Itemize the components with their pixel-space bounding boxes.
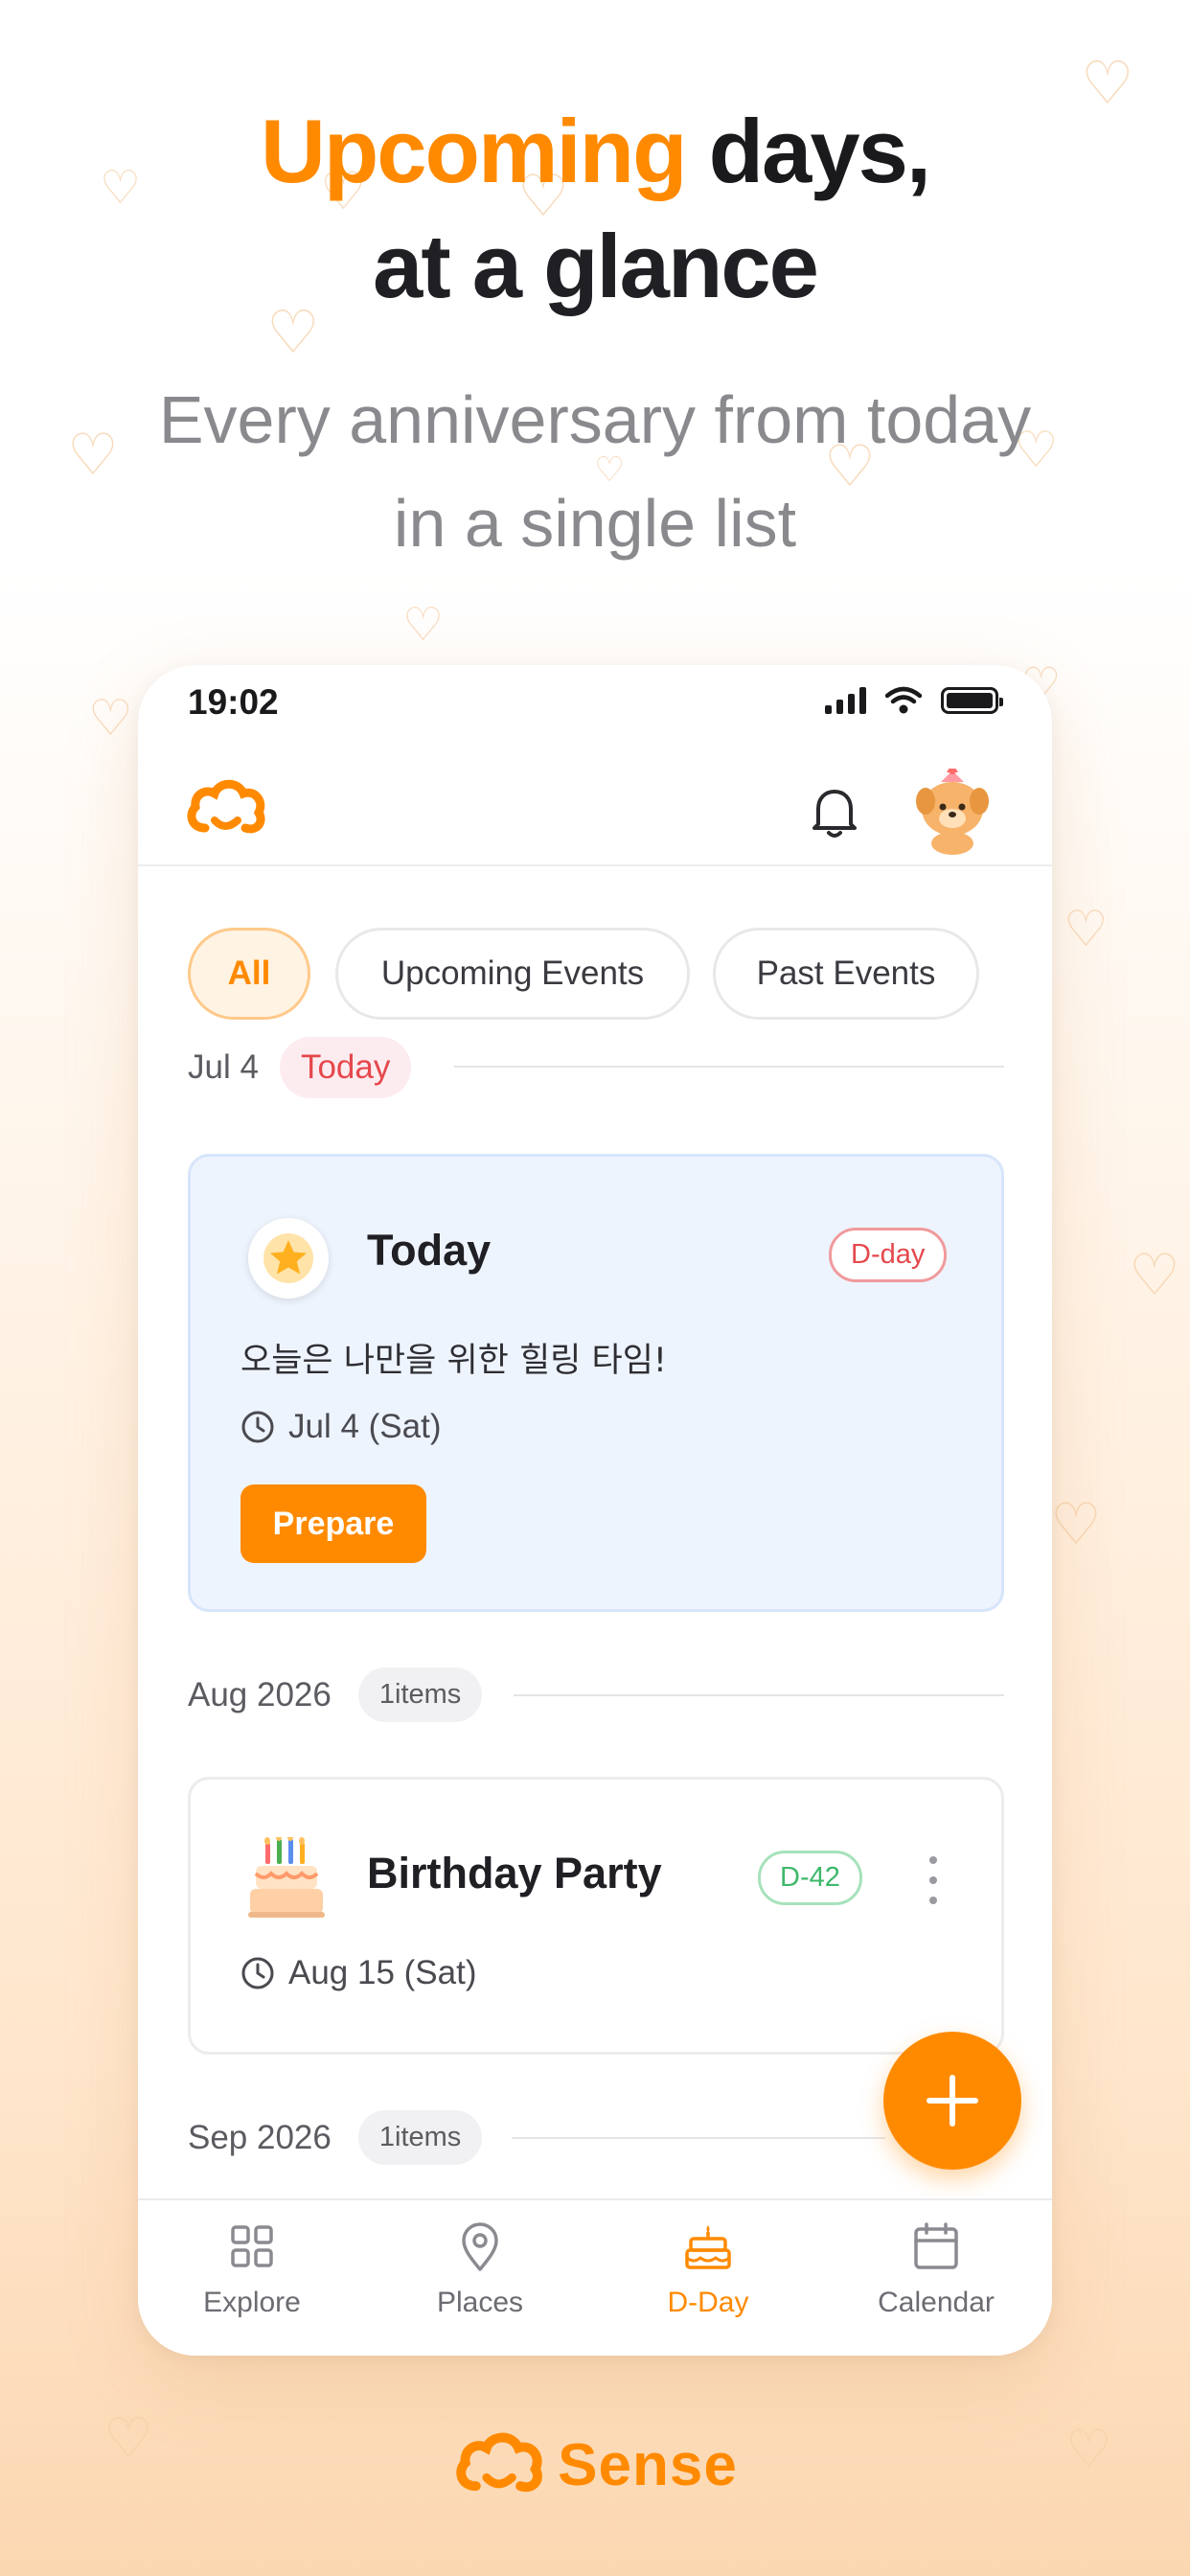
prepare-button[interactable]: Prepare bbox=[240, 1484, 426, 1563]
clock-icon bbox=[241, 1957, 274, 1990]
heart-decoration-icon: ♡ bbox=[1050, 1491, 1102, 1558]
hero-headline: Upcoming days, bbox=[0, 96, 1190, 207]
add-event-button[interactable] bbox=[883, 2032, 1021, 2170]
sense-logo-icon bbox=[456, 2432, 543, 2493]
more-options-icon[interactable] bbox=[927, 1856, 940, 1904]
item-count-badge: 1items bbox=[357, 1668, 483, 1722]
heart-decoration-icon: ♡ bbox=[1064, 901, 1109, 958]
app-bar bbox=[138, 751, 1052, 866]
heart-decoration-icon: ♡ bbox=[1129, 1242, 1180, 1309]
subline-line1: Every anniversary from today bbox=[158, 382, 1032, 457]
event-description: 오늘은 나만을 위한 힐링 타임! bbox=[240, 1342, 667, 1380]
nav-label: Places bbox=[436, 2287, 524, 2318]
grid-icon bbox=[231, 2225, 273, 2267]
group-header-today: Jul 4 Today bbox=[188, 1037, 412, 1098]
tab-past-events[interactable]: Past Events bbox=[713, 928, 979, 1020]
plus-icon bbox=[927, 2075, 978, 2127]
event-date: Aug 15 (Sat) bbox=[240, 1954, 477, 1992]
nav-item-calendar[interactable]: Calendar bbox=[822, 2220, 1050, 2319]
group-date-label: Sep 2026 bbox=[188, 2118, 332, 2156]
status-icons bbox=[825, 686, 1003, 715]
event-date: Jul 4 (Sat) bbox=[240, 1408, 442, 1446]
event-card-today[interactable]: Today D-day 오늘은 나만을 위한 힐링 타임! Jul 4 (Sat… bbox=[188, 1154, 1004, 1612]
status-time: 19:02 bbox=[188, 682, 279, 722]
nav-label: D-Day bbox=[667, 2287, 749, 2318]
notification-bell-icon[interactable] bbox=[809, 784, 860, 840]
headline-accent: Upcoming bbox=[260, 101, 688, 201]
event-card-birthday-party[interactable]: Birthday Party D-42 Aug 15 (Sat) bbox=[188, 1777, 1004, 2055]
map-pin-icon bbox=[462, 2222, 498, 2271]
nav-label: Calendar bbox=[878, 2287, 995, 2318]
group-header-aug-2026: Aug 2026 1items bbox=[188, 1668, 483, 1722]
subline-line2: in a single list bbox=[393, 486, 797, 561]
star-icon bbox=[248, 1218, 329, 1299]
tab-upcoming-events[interactable]: Upcoming Events bbox=[335, 928, 690, 1020]
headline-line2: at a glance bbox=[373, 216, 819, 316]
event-title: Today bbox=[367, 1226, 492, 1275]
item-count-badge: 1items bbox=[357, 2110, 483, 2165]
nav-label: Explore bbox=[203, 2287, 301, 2318]
headline-rest: days, bbox=[685, 101, 931, 201]
battery-icon bbox=[941, 687, 1003, 714]
brand-footer: Sense bbox=[0, 2425, 1190, 2505]
nav-item-explore[interactable]: Explore bbox=[138, 2220, 366, 2319]
avatar[interactable] bbox=[912, 769, 993, 855]
tab-all[interactable]: All bbox=[188, 928, 310, 1020]
today-badge: Today bbox=[279, 1037, 412, 1098]
group-date-label: Jul 4 bbox=[188, 1048, 259, 1086]
brand-name: Sense bbox=[558, 2431, 738, 2498]
sense-logo-icon bbox=[187, 779, 265, 834]
event-title: Birthday Party bbox=[367, 1849, 662, 1898]
wifi-icon bbox=[885, 686, 922, 714]
divider bbox=[514, 1694, 1004, 1696]
group-header-sep-2026: Sep 2026 1items bbox=[188, 2110, 483, 2165]
clock-icon bbox=[241, 1411, 274, 1443]
event-date-text: Aug 15 (Sat) bbox=[288, 1954, 477, 1991]
cake-icon bbox=[248, 1837, 325, 1918]
bottom-navigation: Explore Places D-Day Calendar bbox=[138, 2198, 1052, 2356]
nav-item-d-day[interactable]: D-Day bbox=[594, 2220, 822, 2319]
calendar-icon bbox=[914, 2222, 958, 2269]
event-date-text: Jul 4 (Sat) bbox=[288, 1408, 442, 1445]
cake-icon bbox=[685, 2225, 731, 2269]
nav-item-places[interactable]: Places bbox=[366, 2220, 594, 2319]
heart-decoration-icon: ♡ bbox=[88, 690, 133, 748]
divider bbox=[454, 1066, 1004, 1068]
dday-badge: D-day bbox=[829, 1228, 948, 1282]
dday-badge: D-42 bbox=[758, 1851, 862, 1905]
phone-screen: 19:02 All Upcoming Events Past Events Ju… bbox=[138, 665, 1052, 2356]
group-date-label: Aug 2026 bbox=[188, 1675, 332, 1714]
divider bbox=[512, 2137, 885, 2139]
heart-decoration-icon: ♡ bbox=[402, 598, 445, 652]
cellular-signal-icon bbox=[825, 687, 866, 714]
